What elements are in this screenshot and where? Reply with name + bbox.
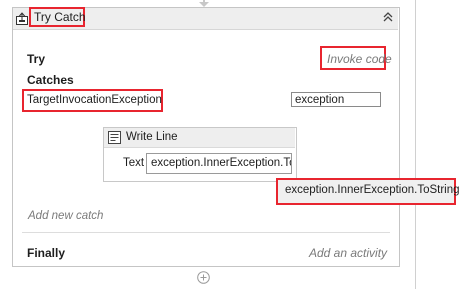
invoke-code-activity[interactable]: Invoke code xyxy=(327,52,392,66)
finally-divider xyxy=(22,232,390,233)
text-field-input[interactable]: exception.InnerException.ToS xyxy=(146,153,292,174)
text-field-label: Text xyxy=(123,157,145,169)
right-border-line xyxy=(415,0,416,289)
add-new-catch-link[interactable]: Add new catch xyxy=(28,210,103,222)
catches-label: Catches xyxy=(27,73,74,87)
catch-exception-type[interactable]: TargetInvocationException xyxy=(27,94,162,106)
write-line-icon xyxy=(108,131,121,144)
finally-label: Finally xyxy=(27,246,66,260)
double-chevron-up-icon[interactable] xyxy=(382,11,394,23)
add-circle-icon[interactable] xyxy=(197,271,210,284)
catch-variable-input[interactable]: exception xyxy=(291,92,381,107)
try-label: Try xyxy=(27,52,46,66)
write-line-title: Write Line xyxy=(126,131,178,143)
try-catch-icon xyxy=(16,12,28,25)
activity-title[interactable]: Try Catch xyxy=(34,10,86,24)
add-activity-link[interactable]: Add an activity xyxy=(309,246,387,260)
tooltip-text: exception.InnerException.ToString xyxy=(285,184,460,196)
